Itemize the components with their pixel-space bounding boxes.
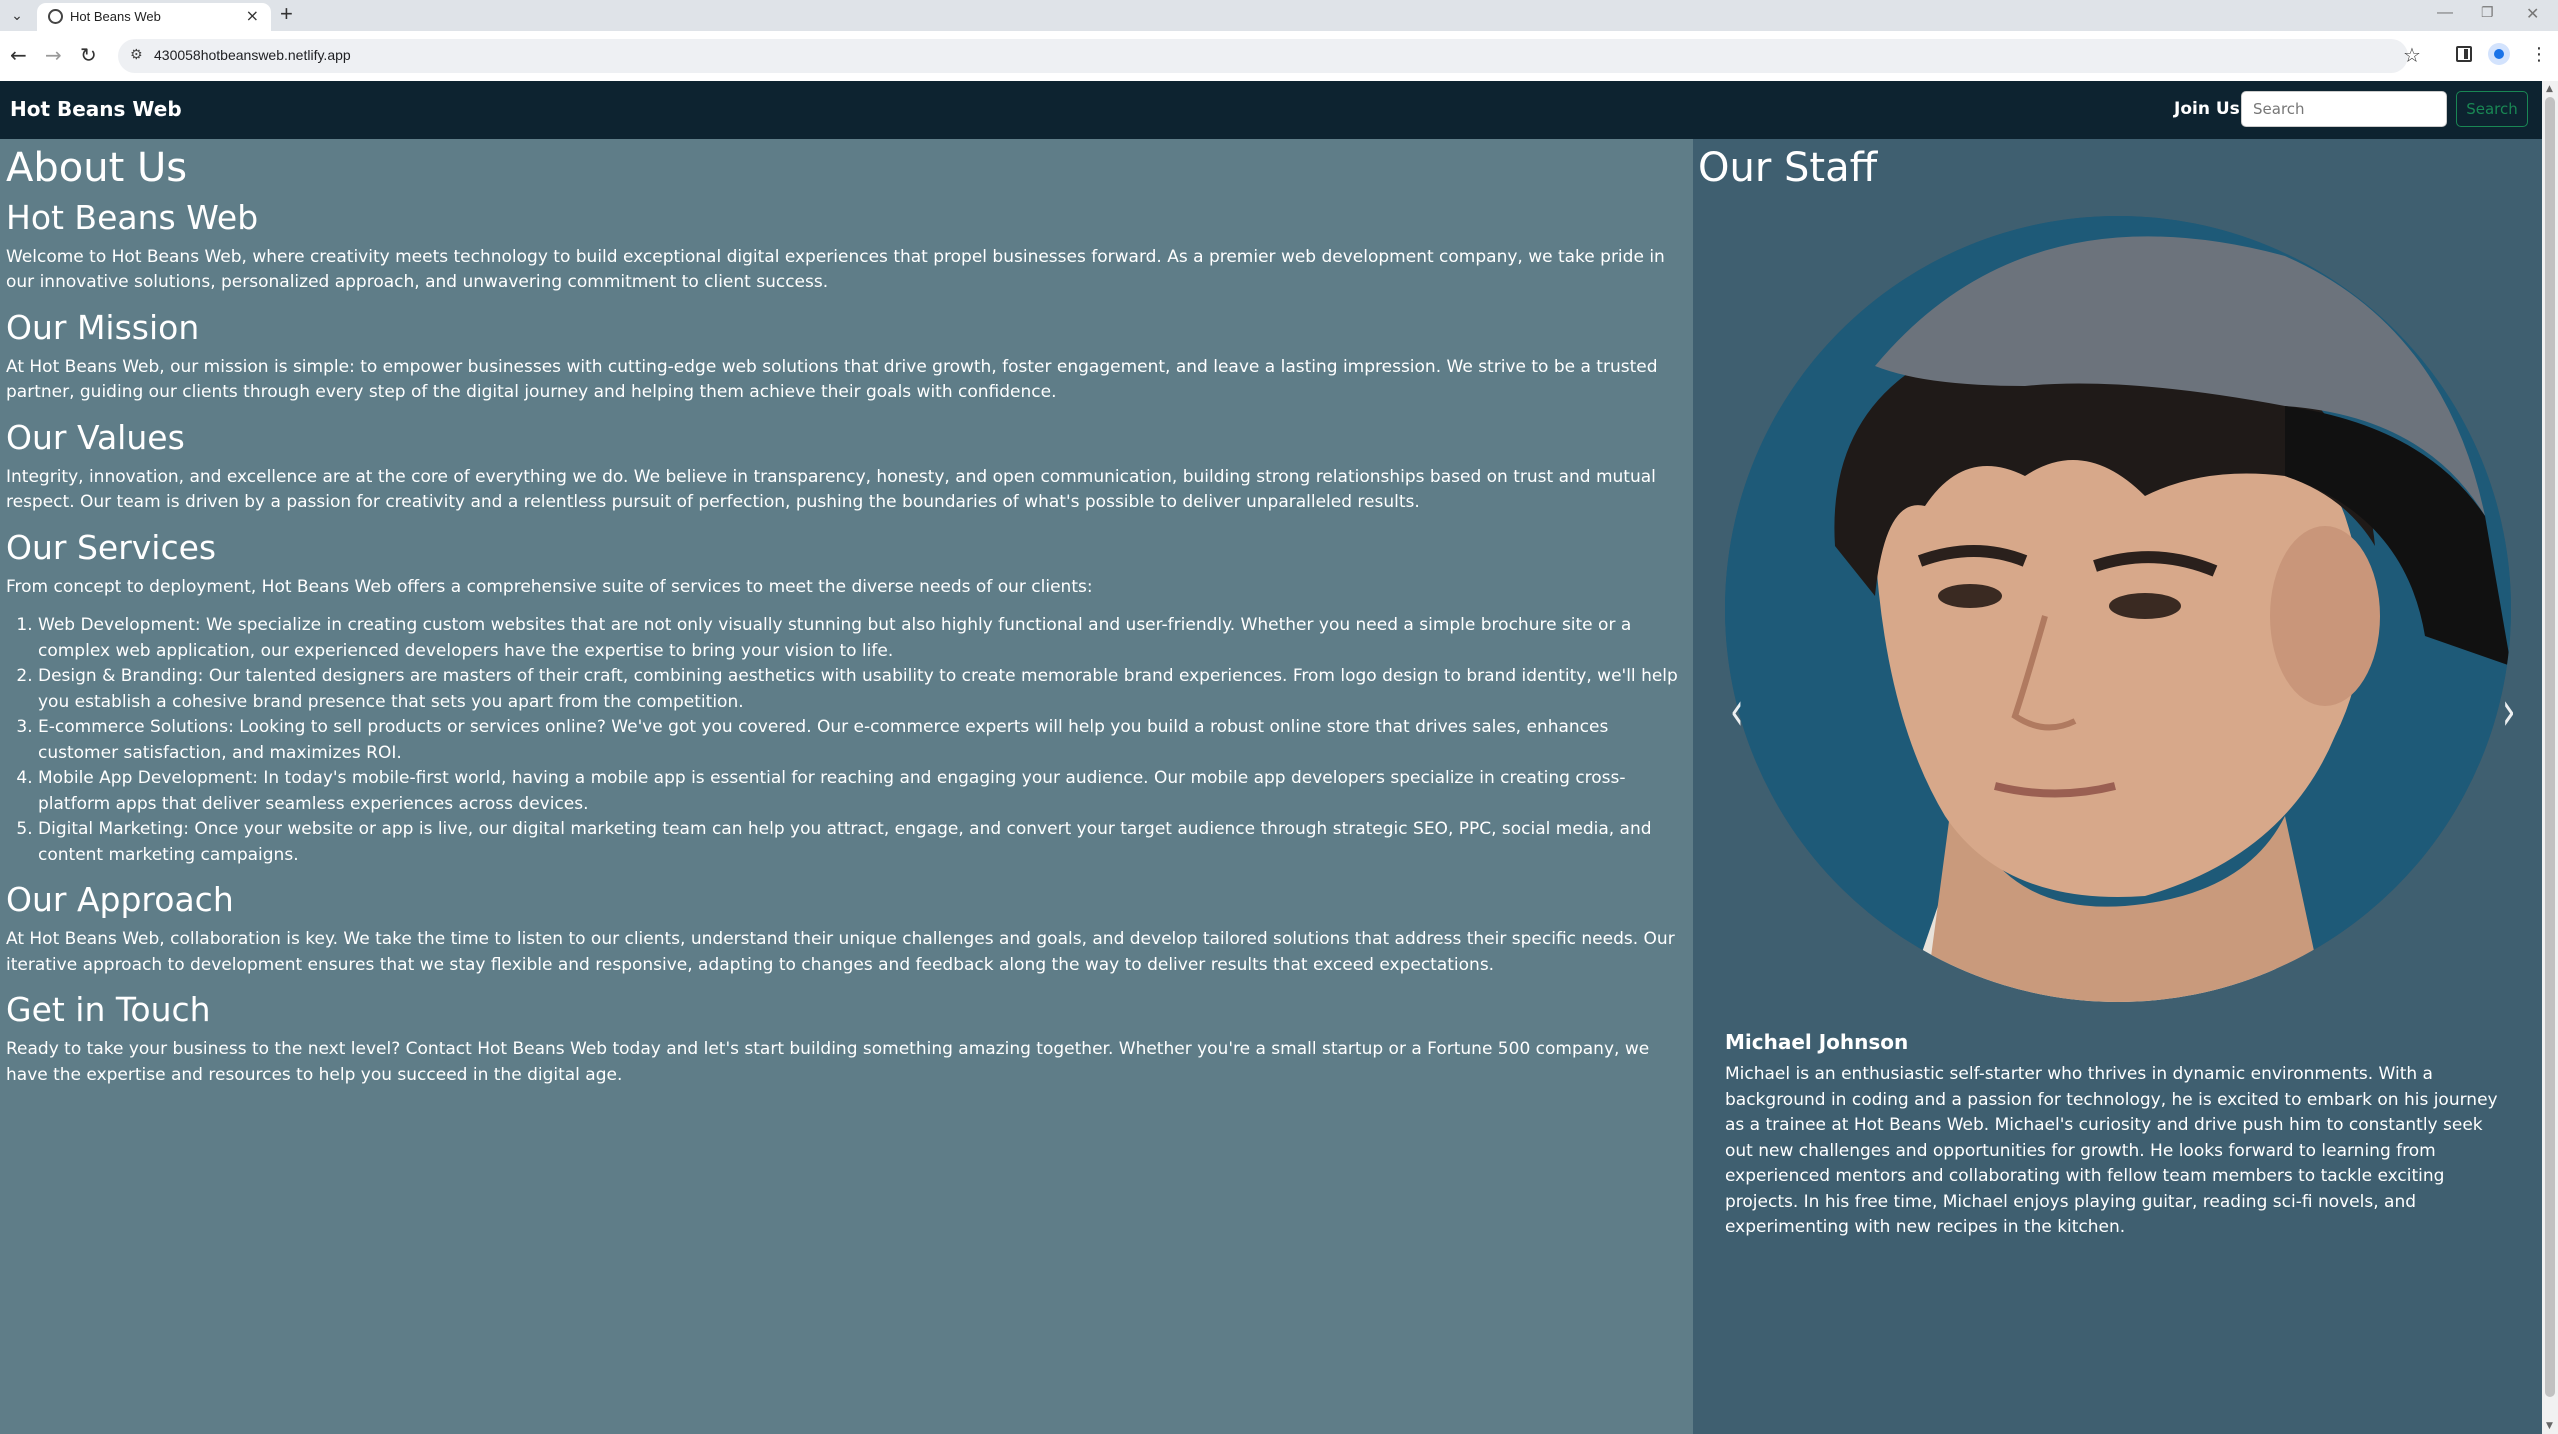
minimize-icon[interactable]: — <box>2437 4 2453 22</box>
site-settings-icon[interactable]: ⚙ <box>130 47 143 63</box>
side-panel-icon[interactable] <box>2456 46 2472 62</box>
company-heading: Hot Beans Web <box>6 198 259 237</box>
company-text: Welcome to Hot Beans Web, where creativi… <box>6 246 1665 293</box>
globe-icon <box>48 9 63 24</box>
close-window-icon[interactable]: ✕ <box>2526 4 2539 24</box>
scrollbar-thumb[interactable] <box>2545 97 2555 1397</box>
values-heading: Our Values <box>6 417 185 457</box>
close-tab-icon[interactable]: × <box>246 6 259 25</box>
back-icon[interactable]: ← <box>10 43 27 67</box>
values-text: Integrity, innovation, and excellence ar… <box>6 466 1656 513</box>
services-intro: From concept to deployment, Hot Beans We… <box>6 576 1093 597</box>
mission-text: At Hot Beans Web, our mission is simple:… <box>6 356 1658 403</box>
about-section: About Us Hot Beans Web Welcome to Hot Be… <box>0 139 1693 1434</box>
service-item: Digital Marketing: Once your website or … <box>38 817 1687 868</box>
services-heading: Our Services <box>6 527 217 567</box>
tab-title: Hot Beans Web <box>70 9 161 24</box>
service-item: Web Development: We specialize in creati… <box>38 613 1687 664</box>
forward-icon[interactable]: → <box>45 43 62 67</box>
profile-icon[interactable] <box>2488 43 2510 65</box>
mission-heading: Our Mission <box>6 307 200 347</box>
tab-search-chevron-icon[interactable]: ⌄ <box>6 5 28 27</box>
join-us-link[interactable]: Join Us <box>2174 99 2240 119</box>
page-scrollbar[interactable]: ▲ ▼ <box>2542 81 2558 1434</box>
browser-tab[interactable]: Hot Beans Web × <box>37 3 271 31</box>
address-bar[interactable]: ⚙ 430058hotbeansweb.netlify.app <box>118 39 2408 73</box>
search-input[interactable] <box>2241 91 2447 127</box>
staff-bio: Michael is an enthusiastic self-starter … <box>1725 1064 2498 1237</box>
about-title: About Us <box>6 145 188 191</box>
reload-icon[interactable]: ↻ <box>80 43 97 67</box>
service-item: Mobile App Development: In today's mobil… <box>38 766 1687 817</box>
portrait-illustration <box>1725 216 2511 1002</box>
scroll-down-icon[interactable]: ▼ <box>2546 1421 2553 1431</box>
new-tab-icon[interactable]: + <box>280 1 293 27</box>
staff-name: Michael Johnson <box>1725 1030 1909 1054</box>
chevron-right-icon[interactable]: › <box>2502 680 2516 744</box>
bookmark-star-icon[interactable]: ☆ <box>2403 43 2421 67</box>
scroll-up-icon[interactable]: ▲ <box>2546 84 2553 94</box>
staff-photo <box>1725 216 2511 1002</box>
browser-toolbar: ← → ↻ ⚙ 430058hotbeansweb.netlify.app ☆ … <box>0 31 2558 81</box>
contact-text: Ready to take your business to the next … <box>6 1039 1650 1085</box>
url-text: 430058hotbeansweb.netlify.app <box>154 47 351 63</box>
approach-text: At Hot Beans Web, collaboration is key. … <box>6 929 1675 975</box>
brand-logo-text[interactable]: Hot Beans Web <box>10 97 182 121</box>
service-item: Design & Branding: Our talented designer… <box>38 664 1687 715</box>
site-navbar: Hot Beans Web Join Us Search <box>0 81 2542 139</box>
browser-tab-strip: ⌄ Hot Beans Web × + — ❐ ✕ <box>0 0 2558 31</box>
search-button[interactable]: Search <box>2456 91 2528 127</box>
approach-heading: Our Approach <box>6 880 234 920</box>
restore-icon[interactable]: ❐ <box>2481 4 2494 21</box>
contact-heading: Get in Touch <box>6 990 211 1030</box>
service-item: E-commerce Solutions: Looking to sell pr… <box>38 715 1687 766</box>
staff-section: Our Staff ‹ › Michael Johnson Michael is… <box>1693 139 2542 1434</box>
chevron-left-icon[interactable]: ‹ <box>1730 680 1744 744</box>
menu-kebab-icon[interactable]: ⋮ <box>2530 44 2548 65</box>
staff-title: Our Staff <box>1698 145 1878 191</box>
services-list: Web Development: We specialize in creati… <box>6 613 1687 868</box>
